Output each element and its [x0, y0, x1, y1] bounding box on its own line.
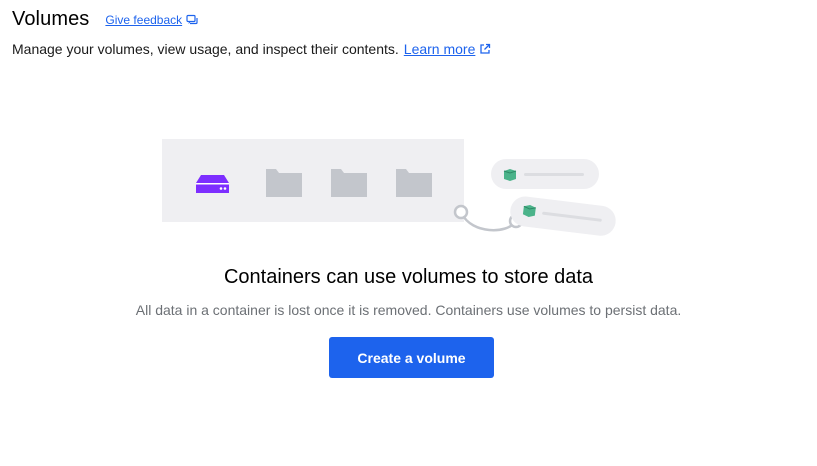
page-header: Volumes Give feedback [12, 8, 198, 31]
page-description-text: Manage your volumes, view usage, and ins… [12, 41, 399, 57]
page-description: Manage your volumes, view usage, and ins… [12, 41, 491, 57]
connector-node [453, 204, 469, 220]
folder-icon [266, 169, 302, 197]
give-feedback-link[interactable]: Give feedback [105, 13, 198, 27]
page-title: Volumes [12, 8, 90, 30]
container-card [491, 159, 599, 189]
folder-icon [331, 169, 367, 197]
container-card [510, 196, 616, 236]
connector-line [460, 213, 517, 232]
external-link-icon [480, 43, 491, 54]
volume-icon [196, 175, 229, 193]
give-feedback-label: Give feedback [105, 12, 183, 27]
volumes-illustration [162, 139, 616, 236]
create-volume-button[interactable]: Create a volume [329, 337, 494, 378]
learn-more-label: Learn more [403, 41, 476, 57]
feedback-icon [186, 14, 198, 24]
folder-icon [396, 169, 432, 197]
empty-state-title: Containers can use volumes to store data [223, 266, 594, 288]
learn-more-link[interactable]: Learn more [404, 41, 492, 57]
volumes-page: Volumes Give feedback Manage your volume… [0, 0, 817, 466]
empty-state-description: All data in a container is lost once it … [135, 302, 682, 318]
